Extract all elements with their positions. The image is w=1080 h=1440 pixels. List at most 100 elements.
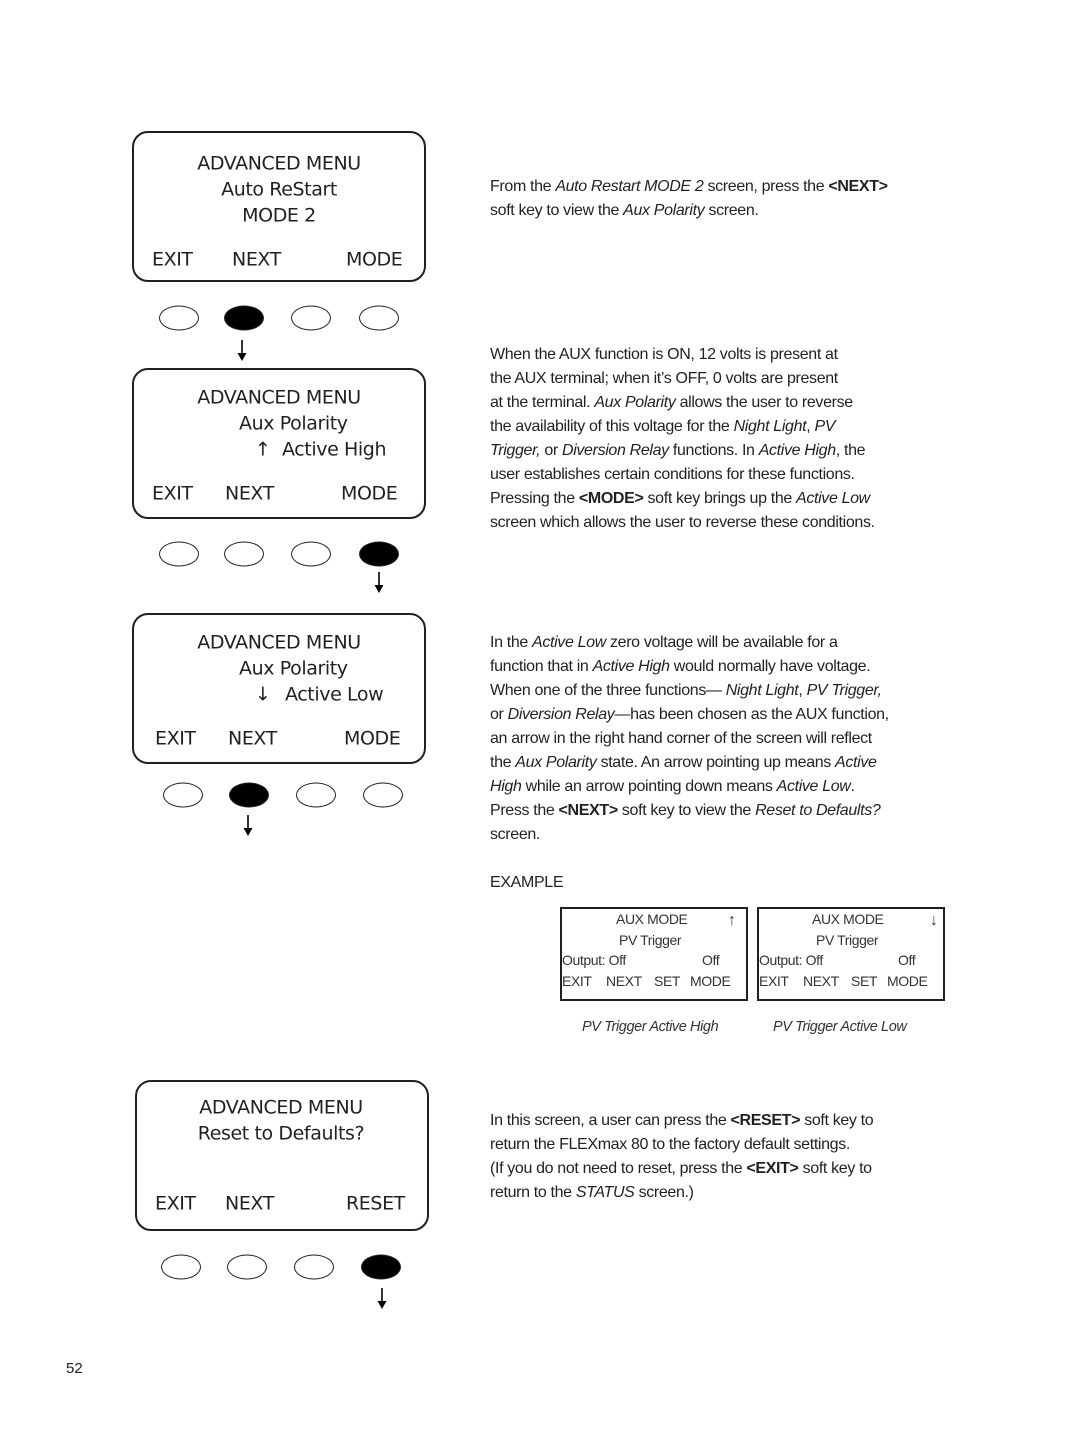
soft-key-1[interactable]	[159, 305, 199, 331]
soft-key-4-pressed[interactable]	[359, 541, 399, 567]
text-segment: screen.	[490, 826, 541, 843]
soft-key-3[interactable]	[291, 305, 331, 331]
softkey-label-next: NEXT	[232, 248, 281, 271]
text-segment: screen which allows the user to reverse …	[490, 514, 875, 531]
caption-active-high: PV Trigger Active High	[582, 1019, 719, 1035]
soft-key-2[interactable]	[227, 1254, 267, 1280]
text-segment: function that in	[490, 658, 593, 675]
arrow-down-icon	[374, 572, 384, 593]
text-line: (If you do not need to reset, press the …	[490, 1157, 873, 1181]
key-reference: <RESET>	[730, 1112, 801, 1129]
panel-title: AUX MODE	[616, 911, 688, 927]
panel-output: Output: Off	[759, 952, 823, 968]
soft-key-2-pressed[interactable]	[229, 782, 269, 808]
softkey-label-next: NEXT	[225, 1192, 274, 1215]
page-number: 52	[66, 1360, 83, 1377]
screen-title: ADVANCED MENU	[197, 631, 361, 654]
soft-key-4-pressed[interactable]	[361, 1254, 401, 1280]
text-segment: When the AUX function is ON, 12 volts is…	[490, 346, 838, 363]
text-line: screen.	[490, 823, 889, 847]
screen-term: Active	[835, 754, 877, 771]
text-line: the availability of this voltage for the…	[490, 415, 875, 439]
arrow-down-icon	[243, 815, 253, 836]
paragraph-next-to-aux-polarity: From the Auto Restart MODE 2 screen, pre…	[490, 175, 888, 223]
soft-key-4[interactable]	[363, 782, 403, 808]
soft-key-1[interactable]	[163, 782, 203, 808]
text-line: When the AUX function is ON, 12 volts is…	[490, 343, 875, 367]
text-segment: When one of the three functions—	[490, 682, 726, 699]
text-line: Press the <NEXT> soft key to view the Re…	[490, 799, 889, 823]
key-reference: <NEXT>	[828, 178, 888, 195]
text-line: In the Active Low zero voltage will be a…	[490, 631, 889, 655]
panel-key-next: NEXT	[606, 973, 642, 989]
panel-function: PV Trigger	[816, 932, 879, 948]
arrow-down-icon	[377, 1288, 387, 1309]
panel-output: Output: Off	[562, 952, 626, 968]
text-segment: allows the user to reverse	[675, 394, 854, 411]
soft-key-3[interactable]	[296, 782, 336, 808]
text-segment: functions. In	[668, 442, 759, 459]
text-segment: screen.	[704, 202, 759, 219]
example-label: EXAMPLE	[490, 871, 563, 895]
text-line: In this screen, a user can press the <RE…	[490, 1109, 874, 1133]
screen-term: Active High	[592, 658, 670, 675]
text-segment: soft key brings up the	[643, 490, 797, 507]
softkey-label-exit: EXIT	[152, 482, 193, 505]
text-segment: In this screen, a user can press the	[490, 1112, 731, 1129]
panel-key-set: SET	[654, 973, 681, 989]
panel-key-exit: EXIT	[759, 973, 789, 989]
text-segment: screen, press the	[703, 178, 829, 195]
screen-line: Reset to Defaults?	[197, 1122, 365, 1145]
arrow-down-icon: ↓	[930, 912, 938, 929]
screen-line: Auto ReStart	[221, 178, 337, 201]
caption-active-low: PV Trigger Active Low	[773, 1019, 907, 1035]
softkey-label-next: NEXT	[228, 727, 277, 750]
panel-key-mode: MODE	[690, 973, 731, 989]
text-line: Pressing the <MODE> soft key brings up t…	[490, 487, 875, 511]
text-line: the Aux Polarity state. An arrow pointin…	[490, 751, 889, 775]
screen-term: Night Light	[733, 418, 807, 435]
text-segment: soft key to view the	[617, 802, 756, 819]
soft-key-1[interactable]	[159, 541, 199, 567]
text-segment: the AUX terminal; when it’s OFF, 0 volts…	[490, 370, 838, 387]
screen-title: ADVANCED MENU	[197, 386, 361, 409]
softkey-label-next: NEXT	[225, 482, 274, 505]
panel-state: Off	[702, 952, 720, 968]
screen-term: Aux Polarity	[594, 394, 676, 411]
text-segment: the availability of this voltage for the	[490, 418, 734, 435]
text-segment: (If you do not need to reset, press the	[490, 1160, 747, 1177]
manual-page: ADVANCED MENU Auto ReStart MODE 2 EXIT N…	[0, 0, 1080, 1440]
soft-key-3[interactable]	[294, 1254, 334, 1280]
softkey-label-exit: EXIT	[155, 727, 196, 750]
screen-title: ADVANCED MENU	[197, 152, 361, 175]
text-line: at the terminal. Aux Polarity allows the…	[490, 391, 875, 415]
text-line: return to the STATUS screen.)	[490, 1181, 873, 1205]
text-line: the AUX terminal; when it’s OFF, 0 volts…	[490, 367, 875, 391]
text-segment: zero voltage will be available for a	[605, 634, 838, 651]
text-segment: .	[850, 778, 855, 795]
panel-function: PV Trigger	[619, 932, 682, 948]
screen-term: PV	[814, 418, 836, 435]
soft-key-1[interactable]	[161, 1254, 201, 1280]
text-segment: return to the	[490, 1184, 576, 1201]
screen-term: Auto Restart MODE 2	[555, 178, 704, 195]
soft-key-4[interactable]	[359, 305, 399, 331]
screen-term: Active Low	[776, 778, 851, 795]
soft-key-2[interactable]	[224, 541, 264, 567]
text-segment: while an arrow pointing down means	[521, 778, 777, 795]
screen-term: Reset to Defaults?	[755, 802, 881, 819]
screen-line: Aux Polarity	[239, 412, 348, 435]
screen-line: MODE 2	[242, 204, 316, 227]
soft-key-3[interactable]	[291, 541, 331, 567]
softkey-label-exit: EXIT	[152, 248, 193, 271]
text-segment: , the	[835, 442, 866, 459]
text-segment: soft key to	[798, 1160, 872, 1177]
panel-title: AUX MODE	[812, 911, 884, 927]
arrow-down-icon	[237, 340, 247, 361]
soft-key-2-pressed[interactable]	[224, 305, 264, 331]
text-line: screen which allows the user to reverse …	[490, 511, 875, 535]
text-segment: return the FLEXmax 80 to the factory def…	[490, 1136, 850, 1153]
softkey-label-reset: RESET	[346, 1192, 405, 1215]
screen-term: Night Light	[725, 682, 799, 699]
text-line: Trigger, or Diversion Relay functions. I…	[490, 439, 875, 463]
